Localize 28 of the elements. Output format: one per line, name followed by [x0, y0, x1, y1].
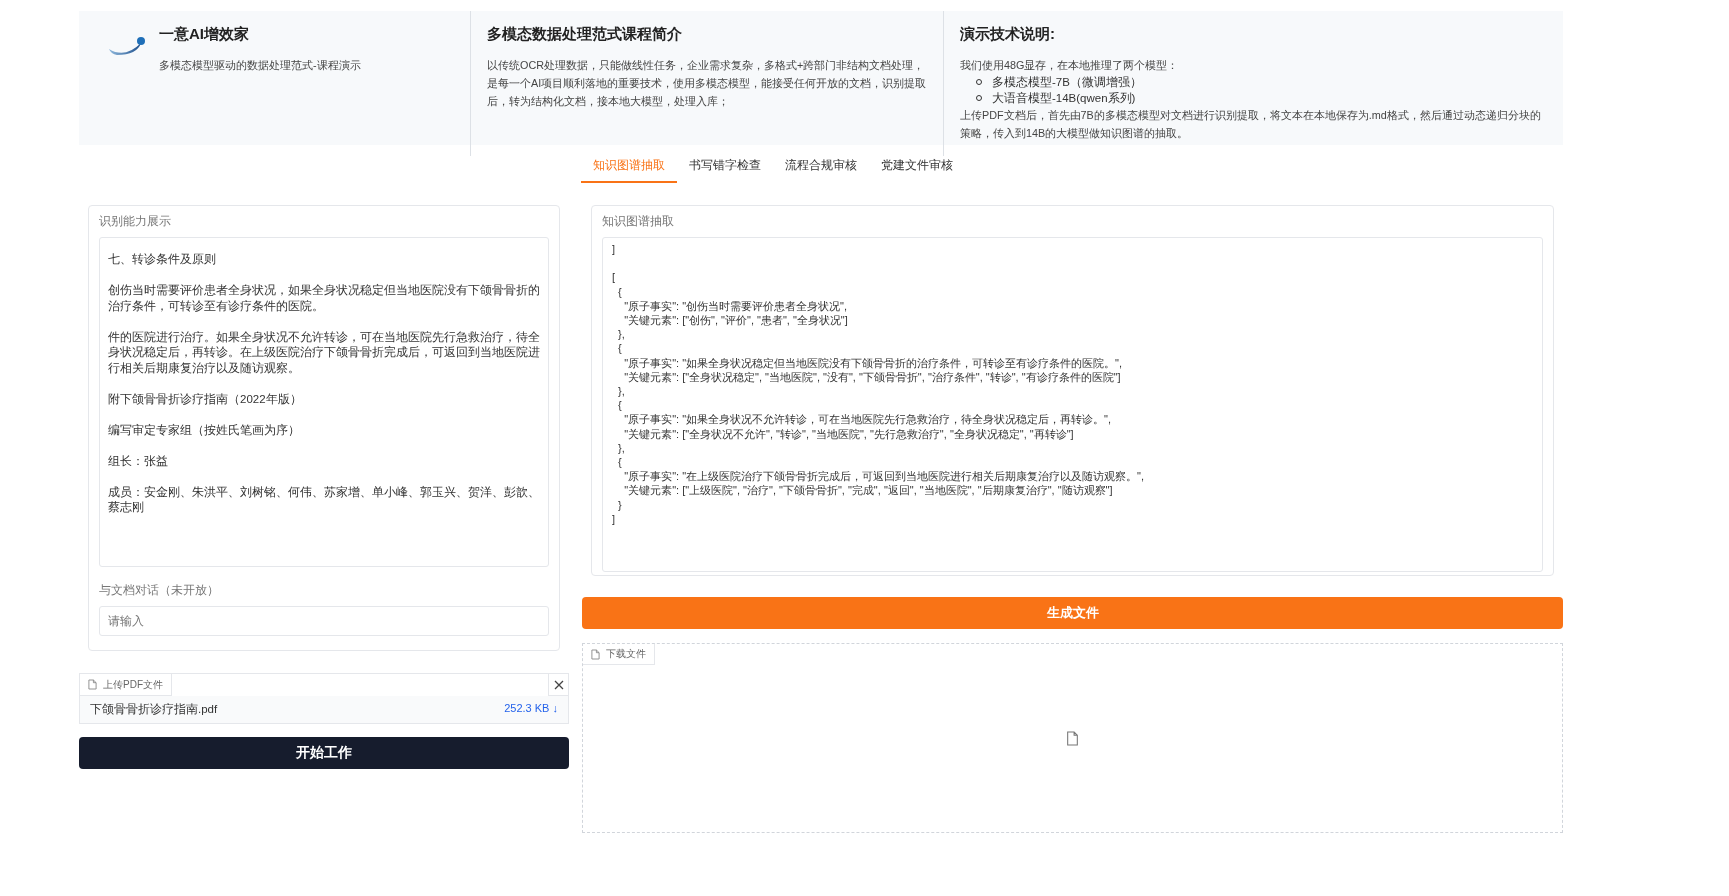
panel-label: 识别能力展示	[99, 214, 172, 229]
tab[interactable]: 流程合规审核	[773, 152, 869, 183]
model-item: 多模态模型-7B（微调增强）	[992, 75, 1142, 90]
start-button[interactable]: 开始工作	[79, 737, 569, 769]
file-icon	[1066, 730, 1079, 746]
file-name: 下颌骨骨折诊疗指南.pdf	[90, 702, 218, 717]
recognition-text-area[interactable]: 七、转诊条件及原则 创伤当时需要评价患者全身状况，如果全身状况稳定但当地医院没有下颌骨骨折的治疗条件，可转诊至有诊疗条件的医院。 件的医院进行治疗。如果全身状况不允许转诊，可在当地医院先行急救治疗，待全身状况稳定后，再转诊。在上级医院治疗下颌骨骨折完成后，可返回到当地医院进行相关后期康复治疗以及随访观察。 附下颌骨骨折诊疗指南（2022年版） 编写审定专家组（按姓氏笔画为序） 组长：张益 成员：安金刚、朱洪平、刘树铭、何伟、苏家增、单小峰、郭玉兴、贺洋、彭歆、蔡志刚	[99, 237, 549, 567]
tab[interactable]: 书写错字检查	[677, 152, 773, 183]
brand-title: 一意AI增效家	[159, 25, 250, 44]
upload-label: 上传PDF文件	[80, 674, 172, 696]
tech-text: 上传PDF文档后，首先由7B的多模态模型对文档进行识别提取，将文本在本地保存为.md格式，然后通过动态递归分块的策略，传入到14B的大模型做知识图谱的抽取。	[960, 108, 1542, 141]
extraction-text-area[interactable]: ] [ { "原子事实": "创伤当时需要评价患者全身状况", "关键元素": ["创伤", "评价", "患者", "全身状况"] }, { "原子事实": "如果全身状况稳定但当地医院没有下颌骨骨折的治疗条件，可转诊至有诊疗条件的医院。", "关键元素": ["全身状况稳定", "当地医院", "没有", "下颌骨骨折", "治疗条件", "转诊", "有诊疗条件的医院"] }, { "原子事实": "如果全身状况不允许转诊，可在当地医院先行急救治疗，待全身状况稳定后，再转诊。", "关键元素": ["全身状况不允许", "转诊", "当地医院", "先行急救治疗", "全身状况稳定", "再转诊"] }, { "原子事实": "在上级医院治疗下颌骨骨折完成后，可返回到当地医院进行相关后期康复治疗以及随访观察。", "关键元素": ["上级医院", "治疗", "下颌骨骨折", "完成", "返回", "当地医院", "后期康复治疗", "随访观察"] } ]	[602, 237, 1543, 572]
model-item: 大语音模型-14B(qwen系列)	[992, 91, 1136, 106]
chat-input-field[interactable]: 请输入	[99, 606, 549, 636]
tech-title: 演示技术说明:	[960, 25, 1056, 44]
panel-label: 知识图谱抽取	[602, 214, 675, 229]
intro-text: 以传统OCR处理数据，只能做线性任务，企业需求复杂，多格式+跨部门非结构文档处理，是每一个AI项目顺利落地的重要技术，使用多模态模型，能接受任何开放的文档，识别提取后，转为结构化文档，接本地大模型，处理入库；	[487, 58, 927, 109]
tab[interactable]: 党建文件审核	[869, 152, 965, 183]
intro-title: 多模态数据处理范式课程简介	[487, 25, 683, 44]
tech-lead: 我们使用48G显存，在本地推理了两个模型：	[960, 58, 1180, 73]
file-icon	[88, 679, 97, 690]
chat-label: 与文档对话（未开放）	[99, 583, 220, 598]
close-icon[interactable]	[548, 674, 568, 696]
download-area[interactable]: 下载文件	[582, 643, 1563, 833]
file-icon	[591, 648, 600, 660]
brand-subtitle: 多模态模型驱动的数据处理范式-课程演示	[159, 58, 361, 73]
file-size-link[interactable]: 252.3 KB ↓	[504, 702, 558, 717]
download-label: 下载文件	[583, 644, 655, 665]
